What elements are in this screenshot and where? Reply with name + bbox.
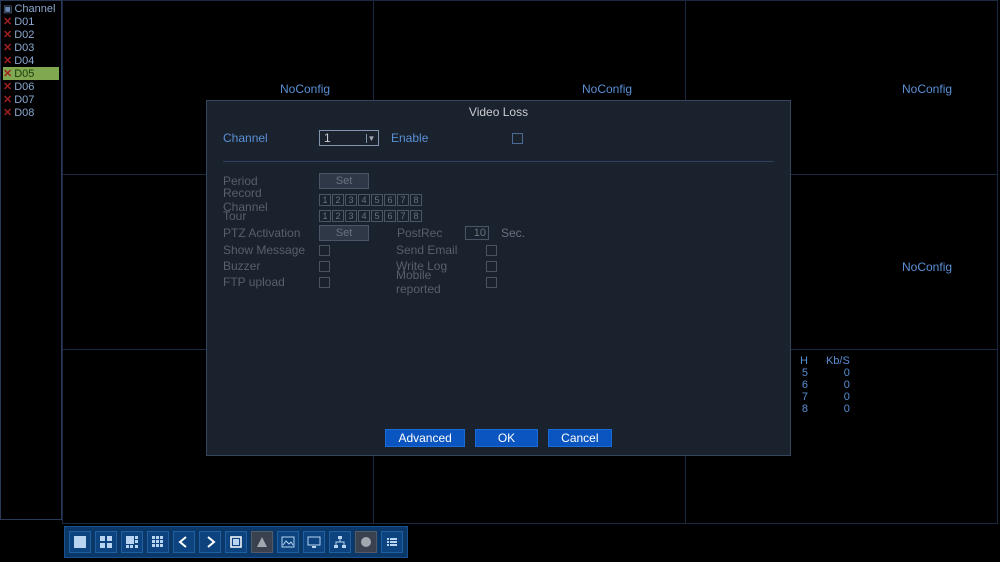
channel-number-box[interactable]: 6	[384, 210, 396, 222]
view-4-button[interactable]	[95, 531, 117, 553]
ftp-upload-label: FTP upload	[223, 275, 307, 289]
channel-number-box[interactable]: 8	[410, 210, 422, 222]
channel-panel: Channel ✕D01✕D02✕D03✕D04✕D05✕D06✕D07✕D08	[0, 0, 62, 520]
channel-item[interactable]: ✕D04	[3, 54, 59, 67]
network-button[interactable]	[329, 531, 351, 553]
noconfig-label: NoConfig	[902, 82, 952, 96]
view-1-button[interactable]	[69, 531, 91, 553]
show-message-label: Show Message	[223, 243, 307, 257]
period-set-button[interactable]: Set	[319, 173, 369, 189]
fullscreen-button[interactable]	[225, 531, 247, 553]
write-log-checkbox[interactable]	[486, 261, 497, 272]
channel-number-box[interactable]: 7	[397, 194, 409, 206]
channel-item[interactable]: ✕D01	[3, 15, 59, 28]
channel-item[interactable]: ✕D06	[3, 80, 59, 93]
stats-row: 50	[800, 367, 868, 379]
buzzer-label: Buzzer	[223, 259, 307, 273]
stats-table: HKb/S 50607080	[800, 355, 868, 415]
mobile-reported-checkbox[interactable]	[486, 277, 497, 288]
channel-number-box[interactable]: 5	[371, 210, 383, 222]
noconfig-label: NoConfig	[582, 82, 632, 96]
view-9-button[interactable]	[147, 531, 169, 553]
channel-panel-header: Channel	[3, 3, 59, 15]
channel-number-box[interactable]: 2	[332, 194, 344, 206]
enable-label: Enable	[391, 131, 428, 145]
mobile-reported-label: Mobile reported	[396, 268, 474, 296]
tour-label: Tour	[223, 209, 307, 223]
channel-number-box[interactable]: 5	[371, 194, 383, 206]
stats-kbs-header: Kb/S	[826, 355, 868, 367]
send-email-label: Send Email	[396, 243, 474, 257]
noconfig-label: NoConfig	[902, 260, 952, 274]
view-8-button[interactable]	[121, 531, 143, 553]
prev-button[interactable]	[173, 531, 195, 553]
channel-number-box[interactable]: 4	[358, 210, 370, 222]
stats-row: 80	[800, 403, 868, 415]
channel-number-box[interactable]: 3	[345, 194, 357, 206]
channel-number-box[interactable]: 1	[319, 194, 331, 206]
channel-number-box[interactable]: 1	[319, 210, 331, 222]
channel-number-box[interactable]: 4	[358, 194, 370, 206]
ok-button[interactable]: OK	[475, 429, 538, 447]
tour-channel-boxes[interactable]: 12345678	[319, 210, 422, 222]
ptz-label: PTZ Activation	[223, 226, 307, 240]
next-button[interactable]	[199, 531, 221, 553]
postrec-input[interactable]: 10	[465, 226, 489, 240]
channel-number-box[interactable]: 3	[345, 210, 357, 222]
postrec-label: PostRec	[397, 226, 453, 240]
toolbar	[64, 526, 408, 558]
ptz-button[interactable]	[251, 531, 273, 553]
stats-row: 70	[800, 391, 868, 403]
channel-number-box[interactable]: 2	[332, 210, 344, 222]
channel-item[interactable]: ✕D03	[3, 41, 59, 54]
cancel-button[interactable]: Cancel	[548, 429, 611, 447]
channel-number-box[interactable]: 6	[384, 194, 396, 206]
ftp-upload-checkbox[interactable]	[319, 277, 330, 288]
stats-row: 60	[800, 379, 868, 391]
send-email-checkbox[interactable]	[486, 245, 497, 256]
advanced-button[interactable]: Advanced	[385, 429, 464, 447]
channel-select[interactable]: 1▼	[319, 130, 379, 146]
video-loss-dialog: Video Loss Channel 1▼ Enable Period Set …	[206, 100, 791, 456]
noconfig-label: NoConfig	[280, 82, 330, 96]
record-button[interactable]	[355, 531, 377, 553]
ptz-set-button[interactable]: Set	[319, 225, 369, 241]
dialog-title: Video Loss	[207, 101, 790, 127]
list-button[interactable]	[381, 531, 403, 553]
channel-number-box[interactable]: 8	[410, 194, 422, 206]
channel-number-box[interactable]: 7	[397, 210, 409, 222]
stats-ch-header: H	[800, 355, 826, 367]
buzzer-checkbox[interactable]	[319, 261, 330, 272]
monitor-button[interactable]	[303, 531, 325, 553]
channel-item[interactable]: ✕D07	[3, 93, 59, 106]
chevron-down-icon: ▼	[366, 134, 376, 143]
image-button[interactable]	[277, 531, 299, 553]
channel-item[interactable]: ✕D02	[3, 28, 59, 41]
enable-checkbox[interactable]	[512, 133, 523, 144]
channel-item[interactable]: ✕D05	[3, 67, 59, 80]
channel-label: Channel	[223, 131, 307, 145]
record-channel-boxes[interactable]: 12345678	[319, 194, 422, 206]
sec-label: Sec.	[501, 226, 525, 240]
show-message-checkbox[interactable]	[319, 245, 330, 256]
channel-item[interactable]: ✕D08	[3, 106, 59, 119]
